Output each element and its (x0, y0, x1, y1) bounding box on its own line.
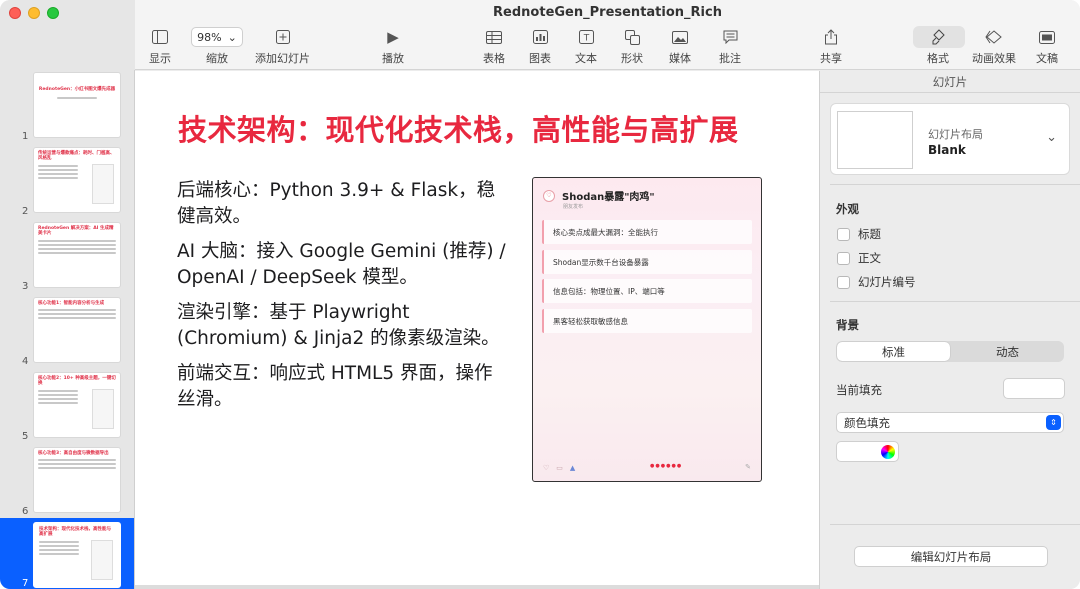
color-wheel-icon[interactable] (881, 445, 895, 459)
checkbox-body[interactable]: 正文 (837, 250, 881, 266)
updown-arrow-icon: ⇕ (1046, 415, 1061, 430)
svg-text:T: T (582, 34, 589, 44)
inspector-header: 幻灯片 (820, 71, 1080, 93)
slide-thumbnail-2[interactable]: 传统运营与爆款痛点：耗时、门槛高、风格乱 2 (0, 147, 134, 217)
display-button[interactable]: 显示 (149, 26, 171, 66)
slide-layout-picker[interactable]: 幻灯片布局 Blank ⌄ (830, 103, 1070, 175)
close-window-button[interactable] (9, 7, 21, 19)
keynote-window: RednoteGen_Presentation_Rich 显示 98% ⌄ 缩放… (0, 0, 1080, 589)
share-button[interactable]: 共享 (820, 26, 842, 66)
card-item: 黑客轻松获取敏感信息 (542, 309, 752, 333)
animate-button[interactable]: 动画效果 (972, 26, 1016, 66)
slide-canvas[interactable]: 技术架构：现代化技术栈，高性能与高扩展 后端核心：Python 3.9+ & F… (135, 71, 819, 585)
toolbar: RednoteGen_Presentation_Rich 显示 98% ⌄ 缩放… (135, 0, 1080, 70)
add-slide-button[interactable]: 添加幻灯片 (255, 26, 310, 66)
inspector-panel: 幻灯片 幻灯片布局 Blank ⌄ 外观 标题 正文 幻灯片编号 背景 标准 动… (819, 71, 1080, 589)
bullet-frontend: 前端交互：响应式 HTML5 界面，操作丝滑。 (177, 363, 493, 410)
slide-canvas-area[interactable]: 技术架构：现代化技术栈，高性能与高扩展 后端核心：Python 3.9+ & F… (135, 71, 819, 589)
share-icon (824, 26, 838, 48)
slide-thumbnail-3[interactable]: RednoteGen 解决方案：AI 生成精美卡片 3 (0, 222, 134, 292)
card-subtitle: 朋友发布 (563, 204, 584, 210)
card-title: Shodan暴露"肉鸡" (562, 192, 655, 203)
slide-body[interactable]: 后端核心：Python 3.9+ & Flask，稳健高效。 AI 大脑：接入 … (177, 178, 507, 422)
checkbox-title[interactable]: 标题 (837, 226, 881, 242)
bullet-backend: 后端核心：Python 3.9+ & Flask，稳健高效。 (177, 180, 496, 227)
card-item: 信息包括：物理位置、IP、端口等 (542, 279, 752, 303)
seg-dynamic[interactable]: 动态 (951, 341, 1064, 362)
play-icon: ▶ (387, 28, 399, 46)
format-button[interactable]: 格式 (927, 26, 949, 66)
layout-thumbnail (837, 111, 913, 169)
slide-thumbnail-5[interactable]: 核心功能2：10+ 种高级主题，一键切换 5 (0, 372, 134, 442)
share-arrow-icon: ▲ (569, 464, 576, 472)
fill-type-select[interactable]: 颜色填充 ⇕ (836, 412, 1064, 433)
slide-thumbnail-6[interactable]: 核心功能3：高自由度与微数据导出 6 (0, 447, 134, 517)
zoom-control[interactable]: 98% ⌄ 缩放 (191, 26, 243, 66)
document-button[interactable]: 文稿 (1036, 26, 1058, 66)
pen-icon: ✎ (745, 463, 751, 471)
comment-button[interactable]: 批注 (719, 26, 741, 66)
table-button[interactable]: 表格 (483, 26, 505, 66)
slide-thumbnail-1[interactable]: RednoteGen：小红书图文爆先成器 1 (0, 72, 134, 142)
shape-button[interactable]: 形状 (621, 26, 643, 66)
avatar: ♡ (543, 189, 555, 202)
slide-thumbnail-4[interactable]: 核心功能1：智能内容分析与生成 4 (0, 297, 134, 367)
diamond-icon (985, 26, 1003, 48)
checkbox-slide-number[interactable]: 幻灯片编号 (837, 274, 916, 290)
phone-card-preview[interactable]: ♡ Shodan暴露"肉鸡" 朋友发布 核心卖点成最大漏洞：全能执行 Shoda… (532, 177, 762, 482)
current-fill-swatch[interactable] (1003, 378, 1065, 399)
bullet-render: 渲染引擎：基于 Playwright (Chromium) & Jinja2 的… (177, 302, 500, 349)
slide-thumbnail-7[interactable]: 技术架构：现代化技术栈，高性能与高扩展 7 (0, 518, 134, 589)
table-icon (486, 26, 502, 48)
shape-icon (624, 26, 640, 48)
comment-bubble-icon: ▭ (556, 464, 563, 472)
card-item: Shodan显示数千台设备暴露 (542, 250, 752, 274)
color-well[interactable] (836, 441, 899, 462)
heart-icon: ♡ (543, 464, 550, 472)
minimize-window-button[interactable] (28, 7, 40, 19)
image-icon (672, 26, 688, 48)
plus-square-icon (275, 26, 290, 48)
paintbrush-icon (931, 26, 945, 48)
text-box-icon: T (578, 26, 594, 48)
slide-title[interactable]: 技术架构：现代化技术栈，高性能与高扩展 (178, 107, 739, 149)
media-button[interactable]: 媒体 (669, 26, 691, 66)
background-mode-segment[interactable]: 标准 动态 (836, 341, 1064, 362)
chart-button[interactable]: 图表 (529, 26, 551, 66)
sidebar-titlebar (0, 0, 135, 70)
chart-icon (532, 26, 548, 48)
comment-icon (723, 26, 738, 48)
slide-navigator[interactable]: RednoteGen：小红书图文爆先成器 1 传统运营与爆款痛点：耗时、门槛高、… (0, 70, 135, 589)
document-icon (1039, 26, 1055, 48)
page-dots: ●●●●●● (650, 463, 683, 469)
edit-slide-layout-button[interactable]: 编辑幻灯片布局 (854, 546, 1048, 567)
fullscreen-window-button[interactable] (47, 7, 59, 19)
text-button[interactable]: T 文本 (575, 26, 597, 66)
chevron-down-icon: ⌄ (227, 30, 237, 44)
card-item: 核心卖点成最大漏洞：全能执行 (542, 220, 752, 244)
bullet-ai: AI 大脑：接入 Google Gemini (推荐) / OpenAI / D… (177, 241, 506, 288)
chevron-down-icon: ⌄ (1046, 130, 1057, 145)
zoom-select[interactable]: 98% ⌄ (191, 27, 243, 47)
window-title: RednoteGen_Presentation_Rich (493, 5, 722, 20)
seg-standard[interactable]: 标准 (837, 342, 950, 361)
sidebar-icon (152, 26, 168, 48)
play-button[interactable]: ▶ 播放 (382, 26, 404, 66)
